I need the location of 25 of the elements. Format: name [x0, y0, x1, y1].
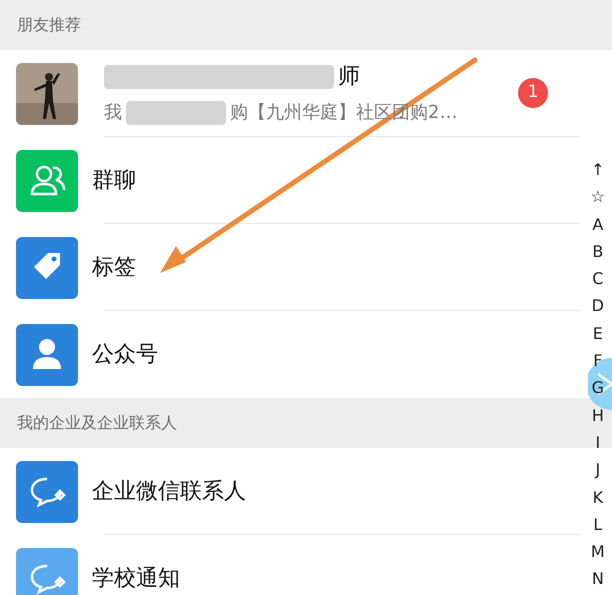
- list-item-label: 企业微信联系人: [92, 478, 246, 506]
- section-header: 我的企业及企业联系人: [17, 412, 177, 434]
- index-letter[interactable]: N: [592, 565, 604, 593]
- list-item-label: 公众号: [92, 341, 158, 369]
- unread-badge: 1: [518, 78, 548, 108]
- index-letter[interactable]: A: [592, 210, 604, 238]
- index-letter[interactable]: C: [592, 265, 604, 292]
- index-letter[interactable]: M: [590, 538, 605, 566]
- message-preview: 我: [104, 101, 122, 125]
- index-letter[interactable]: H: [592, 402, 604, 429]
- list-item-label: 群聊: [92, 166, 136, 194]
- index-letter[interactable]: I: [595, 428, 600, 456]
- list-item-label: 标签: [92, 254, 136, 282]
- index-letter[interactable]: J: [595, 456, 600, 484]
- contact-name: 师: [338, 63, 360, 91]
- index-letter[interactable]: B: [592, 238, 604, 266]
- index-letter[interactable]: ↑: [591, 156, 605, 184]
- index-letter[interactable]: L: [593, 510, 602, 538]
- index-letter[interactable]: F: [593, 347, 602, 374]
- index-letter[interactable]: ☆: [590, 183, 605, 211]
- index-letter[interactable]: D: [592, 292, 604, 320]
- section-header: 朋友推荐: [17, 14, 81, 36]
- list-item-label: 学校通知: [92, 565, 180, 593]
- index-letter[interactable]: E: [592, 320, 603, 348]
- index-letter[interactable]: K: [592, 484, 604, 511]
